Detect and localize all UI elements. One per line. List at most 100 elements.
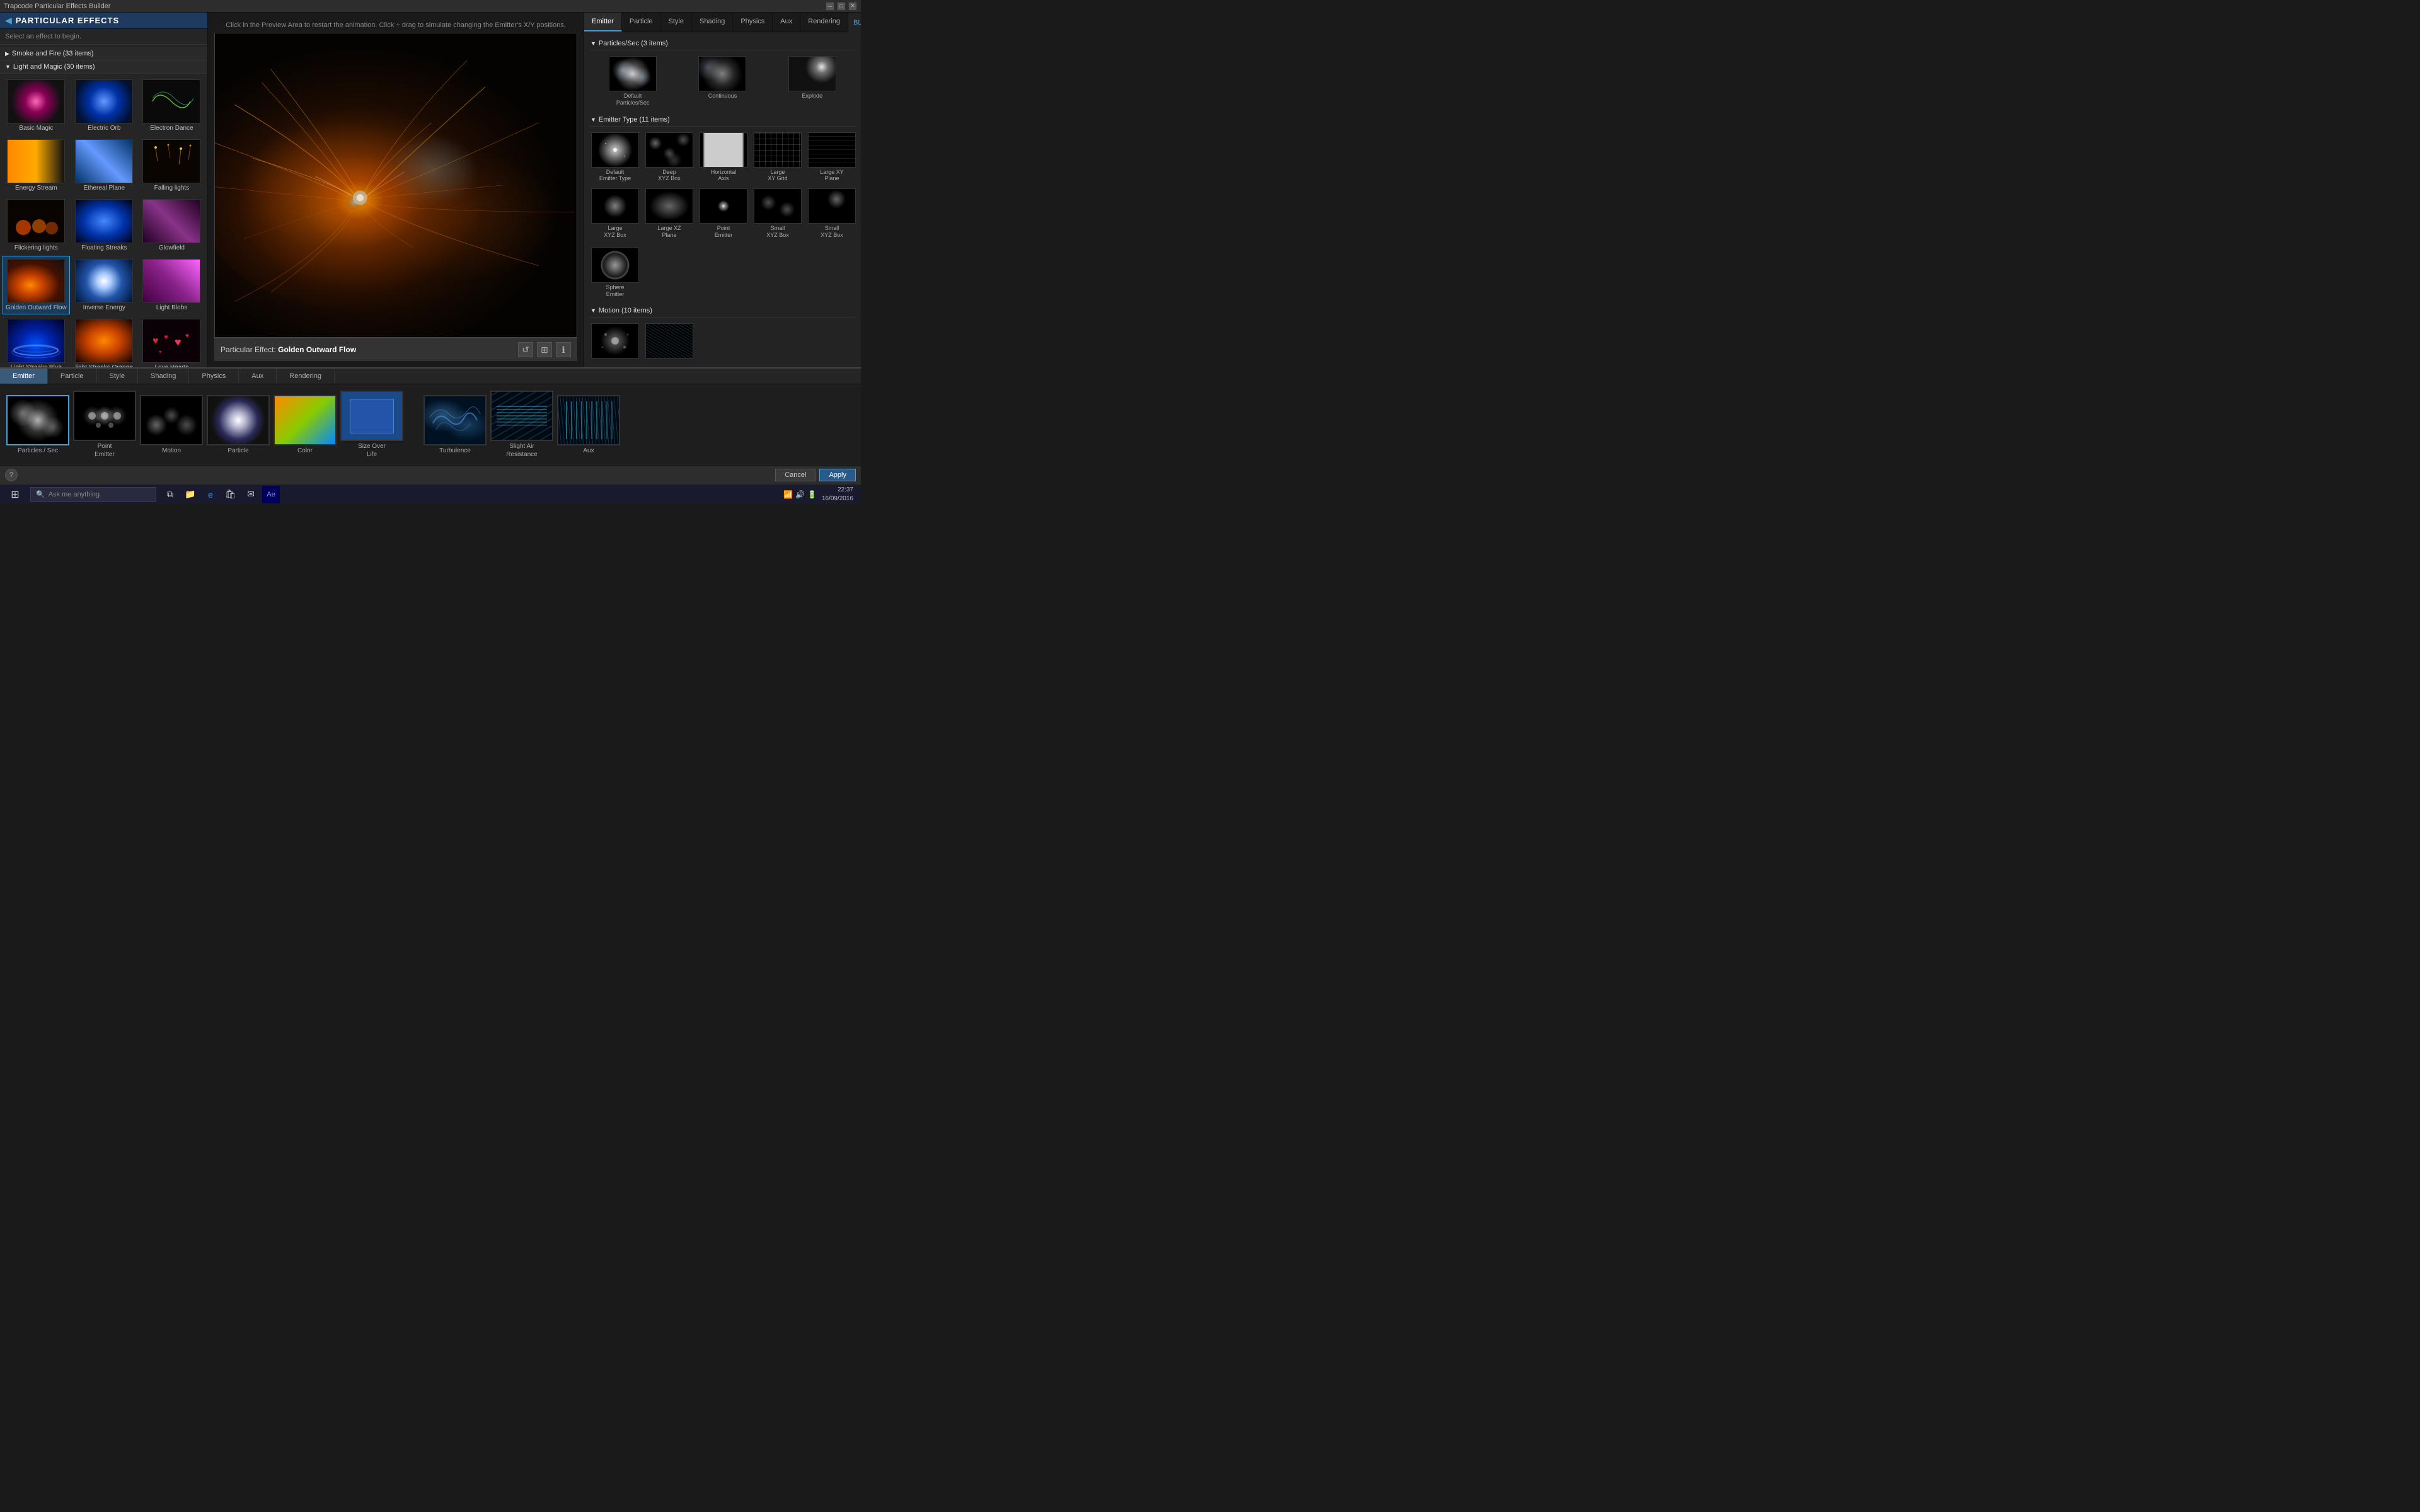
prop-type-large-xyz[interactable]: Large XYZ Box bbox=[589, 186, 641, 241]
btab-aux[interactable]: Aux bbox=[239, 369, 277, 384]
ps-section-arrow: ▼ bbox=[591, 40, 596, 47]
prop-type-small-xyz2[interactable]: Small XYZ Box bbox=[806, 186, 858, 241]
category-light-magic[interactable]: ▼ Light and Magic (30 items) bbox=[0, 60, 207, 74]
maximize-button[interactable]: □ bbox=[837, 2, 846, 11]
effect-ethereal-plane[interactable]: Ethereal Plane bbox=[71, 136, 137, 195]
tab-style[interactable]: Style bbox=[661, 13, 692, 32]
clock-date: 16/09/2016 bbox=[822, 495, 853, 503]
save-button[interactable]: ⊞ bbox=[537, 342, 552, 357]
tab-particle[interactable]: Particle bbox=[622, 13, 661, 32]
effect-electric-orb[interactable]: Electric Orb bbox=[71, 76, 137, 135]
btab-emitter[interactable]: Emitter bbox=[0, 369, 48, 384]
prop-motion-2[interactable] bbox=[643, 321, 695, 362]
effect-floating-streaks[interactable]: Floating Streaks bbox=[71, 196, 137, 255]
effect-energy-stream[interactable]: Energy Stream bbox=[3, 136, 70, 195]
bottom-item-size[interactable]: Size Over Life bbox=[340, 391, 403, 459]
start-button[interactable]: ⊞ bbox=[3, 486, 28, 503]
btab-shading[interactable]: Shading bbox=[138, 369, 189, 384]
bottom-item-aux[interactable]: Aux bbox=[557, 395, 620, 455]
bottom-item-ps[interactable]: Particles / Sec bbox=[6, 395, 69, 455]
ae-icon[interactable]: Ae bbox=[262, 486, 280, 503]
prop-type-large-grid[interactable]: Large XY Grid bbox=[752, 130, 804, 185]
section-emitter-type[interactable]: ▼ Emitter Type (11 items) bbox=[589, 113, 856, 127]
label-explode: Explode bbox=[802, 93, 823, 100]
prop-type-small-xyz[interactable]: Small XYZ Box bbox=[752, 186, 804, 241]
smoke-fire-arrow: ▶ bbox=[5, 50, 9, 57]
minimize-button[interactable]: ─ bbox=[826, 2, 834, 11]
effect-electron-dance[interactable]: Electron Dance bbox=[139, 76, 205, 135]
effect-falling-lights[interactable]: Falling lights bbox=[139, 136, 205, 195]
section-particles-sec[interactable]: ▼ Particles/Sec (3 items) bbox=[589, 37, 856, 50]
prop-motion-1[interactable] bbox=[589, 321, 641, 362]
effect-flickering-lights[interactable]: Flickering lights bbox=[3, 196, 70, 255]
bottom-item-particle[interactable]: Particle bbox=[207, 395, 270, 455]
cancel-button[interactable]: Cancel bbox=[775, 469, 815, 481]
prop-continuous[interactable]: Continuous bbox=[679, 54, 766, 108]
label-type-large-xz: Large XZ Plane bbox=[657, 225, 681, 239]
tab-emitter[interactable]: Emitter bbox=[584, 13, 622, 32]
tab-shading[interactable]: Shading bbox=[692, 13, 733, 32]
mail-icon[interactable]: ✉ bbox=[242, 486, 260, 503]
label-inverse-energy: Inverse Energy bbox=[74, 304, 134, 311]
effect-light-streaks-orange[interactable]: light Streaks Orange bbox=[71, 316, 137, 367]
prop-explode[interactable]: Explode bbox=[769, 54, 856, 108]
effect-glowfield[interactable]: Glowfield bbox=[139, 196, 205, 255]
prop-type-point[interactable]: Point Emitter bbox=[698, 186, 749, 241]
bottom-label-particle: Particle bbox=[228, 447, 248, 455]
store-icon[interactable]: 🛍 bbox=[222, 486, 239, 503]
label-type-small-xyz: Small XYZ Box bbox=[766, 225, 789, 239]
preview-frame[interactable] bbox=[214, 33, 577, 338]
effect-light-blobs[interactable]: Light Blobs bbox=[139, 256, 205, 314]
thumb-type-small-xyz bbox=[754, 188, 802, 224]
effect-basic-magic[interactable]: Basic Magic bbox=[3, 76, 70, 135]
effect-golden-outward-flow[interactable]: Golden Outward Flow bbox=[3, 256, 70, 314]
label-electric-orb: Electric Orb bbox=[74, 125, 134, 132]
effect-love-hearts[interactable]: ♥ ♥ ♥ ♥ ♥ Love Hearts bbox=[139, 316, 205, 367]
taskbar-clock[interactable]: 22:37 16/09/2016 bbox=[822, 486, 853, 503]
tab-rendering[interactable]: Rendering bbox=[800, 13, 848, 32]
bottom-item-motion[interactable]: Motion bbox=[140, 395, 203, 455]
et-section-arrow: ▼ bbox=[591, 117, 596, 123]
blocks-badge[interactable]: BLOCKS ▶ bbox=[848, 18, 861, 26]
thumb-motion-scatter bbox=[591, 323, 639, 358]
tab-aux[interactable]: Aux bbox=[773, 13, 800, 32]
apply-button[interactable]: Apply bbox=[819, 469, 856, 481]
info-button[interactable]: ℹ bbox=[556, 342, 571, 357]
prop-type-large-plane[interactable]: Large XY Plane bbox=[806, 130, 858, 185]
prop-type-default[interactable]: Default Emitter Type bbox=[589, 130, 641, 185]
bottom-item-turbulence[interactable]: Turbulence bbox=[424, 395, 487, 455]
prop-sphere-emitter[interactable]: Sphere Emitter bbox=[589, 246, 641, 300]
bottom-thumb-ps bbox=[6, 395, 69, 445]
bottom-item-air-resistance[interactable]: Slight Air Resistance bbox=[490, 391, 553, 459]
bottom-item-color[interactable]: Color bbox=[274, 395, 337, 455]
task-view-icon[interactable]: ⧉ bbox=[161, 486, 179, 503]
bottom-item-point[interactable]: Point Emitter bbox=[73, 391, 136, 459]
prop-type-deep-box[interactable]: Deep XYZ Box bbox=[643, 130, 695, 185]
category-smoke-fire[interactable]: ▶ Smoke and Fire (33 items) bbox=[0, 47, 207, 60]
restart-button[interactable]: ↺ bbox=[518, 342, 533, 357]
thumb-explode bbox=[788, 56, 836, 91]
taskbar-search-bar[interactable]: 🔍 Ask me anything bbox=[30, 487, 156, 502]
btab-particle[interactable]: Particle bbox=[48, 369, 97, 384]
file-explorer-icon[interactable]: 📁 bbox=[182, 486, 199, 503]
btab-style[interactable]: Style bbox=[97, 369, 138, 384]
thumb-motion-streaks bbox=[645, 323, 693, 358]
tab-physics[interactable]: Physics bbox=[733, 13, 773, 32]
prop-type-horiz-axis[interactable]: Horizontal Axis bbox=[698, 130, 749, 185]
help-button[interactable]: ? bbox=[5, 469, 18, 481]
prop-default-ps[interactable]: Default Particles/Sec bbox=[589, 54, 676, 108]
label-type-default: Default Emitter Type bbox=[599, 169, 631, 183]
thumb-energy-stream bbox=[7, 139, 65, 183]
effect-inverse-energy[interactable]: Inverse Energy bbox=[71, 256, 137, 314]
edge-icon[interactable]: e bbox=[202, 486, 219, 503]
label-sphere-emitter: Sphere Emitter bbox=[606, 284, 624, 298]
section-motion[interactable]: ▼ Motion (10 items) bbox=[589, 304, 856, 318]
btab-physics[interactable]: Physics bbox=[189, 369, 239, 384]
thumb-type-default bbox=[591, 132, 639, 168]
bottom-panel: Emitter Particle Style Shading Physics A… bbox=[0, 367, 861, 465]
top-area: ◀ PARTICULAR EFFECTS Select an effect to… bbox=[0, 13, 861, 367]
btab-rendering[interactable]: Rendering bbox=[277, 369, 335, 384]
effect-light-streaks-blue[interactable]: Light Streaks Blue bbox=[3, 316, 70, 367]
prop-type-large-xz[interactable]: Large XZ Plane bbox=[643, 186, 695, 241]
close-button[interactable]: ✕ bbox=[848, 2, 857, 11]
